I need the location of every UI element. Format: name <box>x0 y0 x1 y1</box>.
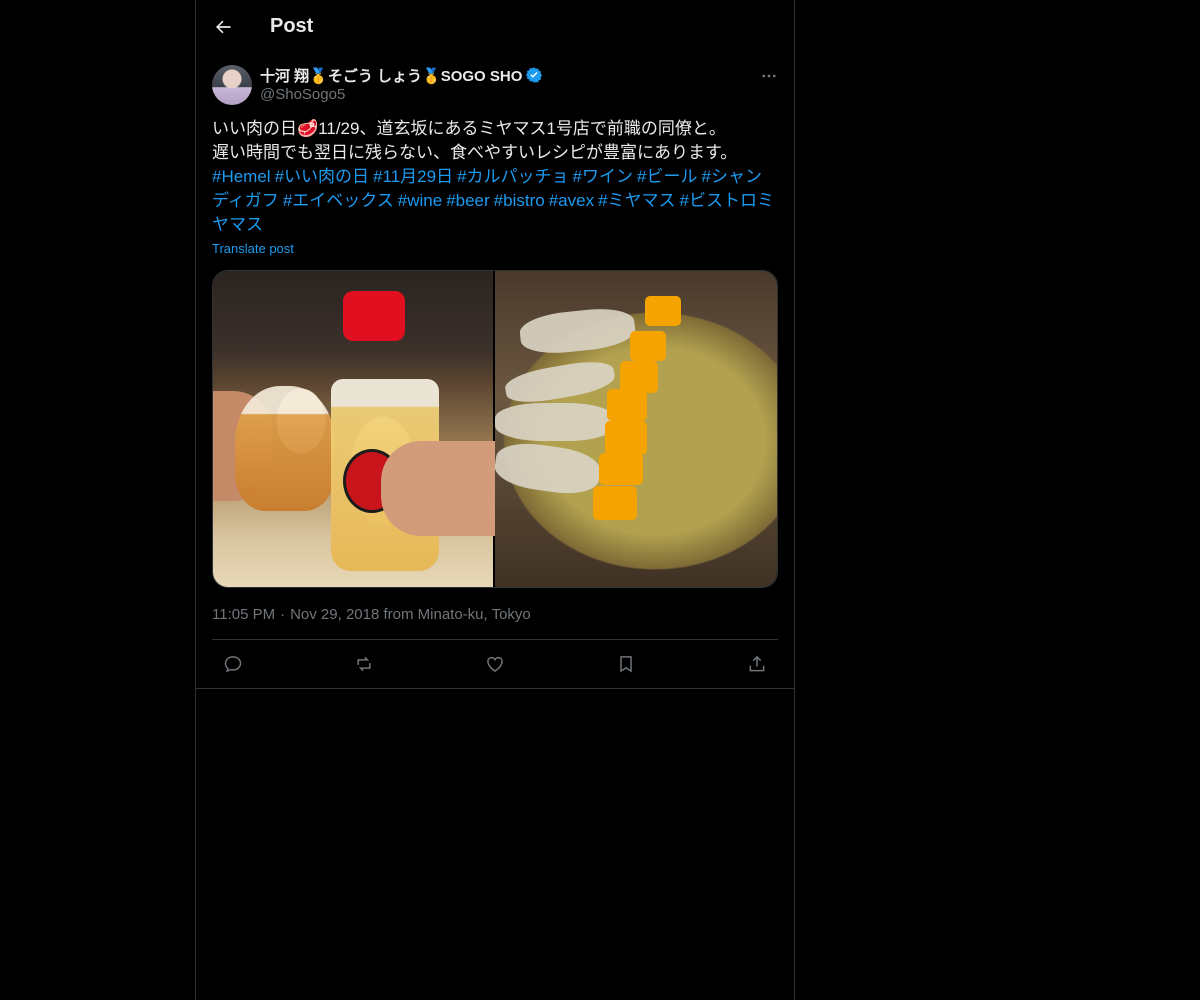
photo-detail <box>593 486 637 520</box>
author-display-name[interactable]: 十河 翔🥇そごう しょう🥇SOGO SHO <box>260 65 522 86</box>
hashtag-link[interactable]: #beer <box>446 191 489 210</box>
hashtag-link[interactable]: #カルパッチョ <box>457 167 568 186</box>
hashtag-link[interactable]: #wine <box>398 191 442 210</box>
hashtag-link[interactable]: #ビール <box>637 167 697 186</box>
photo-detail <box>607 389 647 421</box>
photo-detail <box>235 386 335 511</box>
author-row: 十河 翔🥇そごう しょう🥇SOGO SHO @ShoSogo5 <box>212 65 778 105</box>
photo-detail <box>599 453 643 485</box>
hashtag-link[interactable]: #11月29日 <box>373 167 453 186</box>
repost-icon <box>357 656 371 672</box>
top-bar: Post <box>196 0 794 53</box>
photo-detail <box>645 296 681 326</box>
post-timestamp: 11:05 PM · Nov 29, 2018 from Minato-ku, To… <box>212 606 778 640</box>
photo-detail <box>343 291 405 341</box>
author-handle[interactable]: @ShoSogo5 <box>260 86 752 103</box>
verified-badge-icon[interactable] <box>525 66 543 84</box>
author-names: 十河 翔🥇そごう しょう🥇SOGO SHO @ShoSogo5 <box>260 65 752 103</box>
post-text: いい肉の日🥩11/29、道玄坂にあるミヤマス1号店で前職の同僚と。 遅い時間でも… <box>212 117 778 237</box>
more-options-button[interactable] <box>752 59 786 93</box>
bookmark-button[interactable] <box>609 647 643 681</box>
hashtag-link[interactable]: #ワイン <box>573 167 633 186</box>
photo-carpaccio[interactable] <box>492 271 777 587</box>
arrow-left-icon <box>216 20 231 33</box>
page-title: Post <box>270 15 314 37</box>
name-line: 十河 翔🥇そごう しょう🥇SOGO SHO <box>260 65 752 85</box>
post-time[interactable]: 11:05 PM <box>212 606 275 623</box>
post-date-location[interactable]: Nov 29, 2018 from Minato-ku, Tokyo <box>290 606 531 623</box>
bookmark-icon <box>620 656 632 673</box>
post-column: Post 十河 翔🥇そごう しょう🥇SOGO SHO @ShoSogo5 いい肉… <box>195 0 795 1000</box>
post: 十河 翔🥇そごう しょう🥇SOGO SHO @ShoSogo5 いい肉の日🥩11… <box>196 53 794 689</box>
photo-detail <box>381 441 495 536</box>
avatar[interactable] <box>212 65 252 105</box>
photo-detail <box>495 403 615 441</box>
photo-detail <box>518 305 637 357</box>
hashtag-link[interactable]: #いい肉の日 <box>275 167 369 186</box>
repost-button[interactable] <box>347 647 381 681</box>
photo-detail <box>630 331 666 361</box>
reply-icon <box>224 656 242 673</box>
share-icon <box>749 655 765 672</box>
hashtag-link[interactable]: #bistro <box>494 191 545 210</box>
heart-icon <box>487 656 503 672</box>
reply-button[interactable] <box>216 647 250 681</box>
post-text-line: いい肉の日🥩11/29、道玄坂にあるミヤマス1号店で前職の同僚と。 <box>212 119 726 138</box>
photo-detail <box>492 438 603 499</box>
like-button[interactable] <box>478 647 512 681</box>
photo-detail <box>503 356 617 408</box>
back-button[interactable] <box>206 10 240 44</box>
action-bar <box>196 640 794 689</box>
hashtag-link[interactable]: #avex <box>549 191 594 210</box>
translate-post-link[interactable]: Translate post <box>212 241 294 256</box>
separator: · <box>280 606 286 623</box>
photo-detail <box>605 421 647 455</box>
hashtag-link[interactable]: #エイベックス <box>283 191 394 210</box>
share-button[interactable] <box>740 647 774 681</box>
more-horizontal-icon <box>762 74 776 78</box>
media-grid <box>212 270 778 588</box>
hashtag-list: #Hemel #いい肉の日 #11月29日 #カルパッチョ #ワイン #ビール #シャンディ… <box>212 167 774 234</box>
photo-beer-toast[interactable] <box>213 271 495 587</box>
hashtag-link[interactable]: #Hemel <box>212 167 271 186</box>
post-text-line: 遅い時間でも翌日に残らない、食べやすいレシピが豊富にあります。 <box>212 143 738 162</box>
hashtag-link[interactable]: #ミヤマス <box>598 191 675 210</box>
